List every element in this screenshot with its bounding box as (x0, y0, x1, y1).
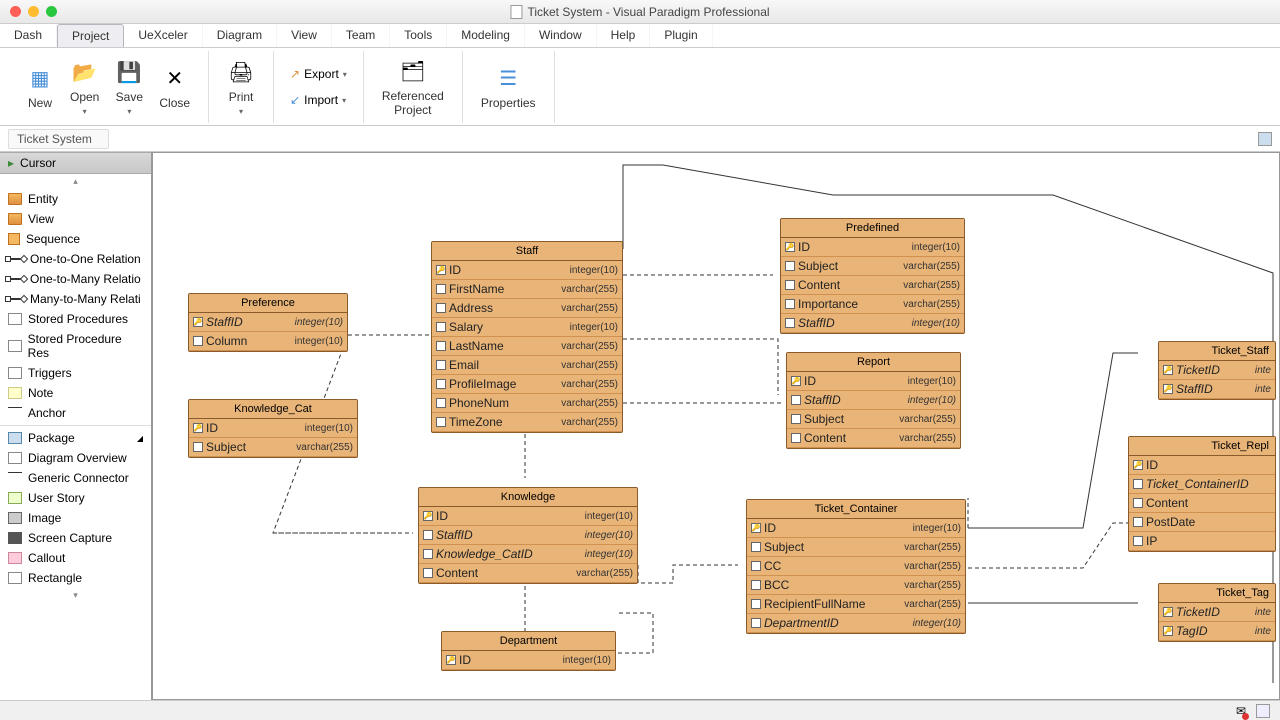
entity-title: Predefined (781, 219, 964, 238)
menu-uexceler[interactable]: UeXceler (124, 24, 202, 47)
entity-title: Staff (432, 242, 622, 261)
export-button[interactable]: ↗Export▾ (284, 64, 353, 84)
workspace: ▸Cursor ▴ Entity View Sequence One-to-On… (0, 152, 1280, 700)
breadcrumb-bar: Ticket System (0, 126, 1280, 152)
entity-title: Ticket_Container (747, 500, 965, 519)
save-button[interactable]: 💾Save▾ (107, 57, 151, 118)
menu-modeling[interactable]: Modeling (447, 24, 525, 47)
entity-predefined[interactable]: Predefined 🔑IDinteger(10) Subjectvarchar… (780, 218, 965, 334)
palette-many-to-many[interactable]: Many-to-Many Relati (0, 289, 151, 309)
new-button[interactable]: ▦New (18, 63, 62, 112)
palette-cursor[interactable]: ▸Cursor (0, 152, 151, 174)
diagram-canvas[interactable]: Preference 🔑StaffIDinteger(10) Columnint… (152, 152, 1280, 700)
document-icon (510, 5, 522, 19)
menu-tools[interactable]: Tools (390, 24, 447, 47)
menu-view[interactable]: View (277, 24, 332, 47)
entity-title: Ticket_Tag (1159, 584, 1275, 603)
entity-knowledge-cat[interactable]: Knowledge_Cat 🔑IDinteger(10) Subjectvarc… (188, 399, 358, 458)
palette-package[interactable]: Package◢ (0, 428, 151, 448)
palette-expand-icon[interactable]: ▾ (0, 588, 151, 603)
palette-screen-capture[interactable]: Screen Capture (0, 528, 151, 548)
palette-image[interactable]: Image (0, 508, 151, 528)
entity-ticket-tag[interactable]: Ticket_Tag 🔑TicketIDinte 🔑TagIDinte (1158, 583, 1276, 642)
mail-icon[interactable]: ✉ (1236, 704, 1246, 718)
palette-triggers[interactable]: Triggers (0, 363, 151, 383)
palette-entity[interactable]: Entity (0, 189, 151, 209)
entity-preference[interactable]: Preference 🔑StaffIDinteger(10) Columnint… (188, 293, 348, 352)
palette-generic-connector[interactable]: Generic Connector (0, 468, 151, 488)
open-button[interactable]: 📂Open▾ (62, 57, 107, 118)
entity-ticket-repl[interactable]: Ticket_Repl 🔑ID Ticket_ContainerID Conte… (1128, 436, 1276, 552)
menu-help[interactable]: Help (597, 24, 651, 47)
palette-stored-procedure-res[interactable]: Stored Procedure Res (0, 329, 151, 363)
referenced-project-button[interactable]: 🗂Referenced Project (374, 56, 452, 119)
entity-ticket-staff[interactable]: Ticket_Staff 🔑TicketIDinte 🔑StaffIDinte (1158, 341, 1276, 400)
palette-one-to-one[interactable]: One-to-One Relation (0, 249, 151, 269)
menu-project[interactable]: Project (57, 24, 124, 47)
palette-collapse-icon[interactable]: ▴ (0, 174, 151, 189)
close-window-icon[interactable] (10, 6, 21, 17)
palette-stored-procedures[interactable]: Stored Procedures (0, 309, 151, 329)
import-button[interactable]: ↙Import▾ (284, 90, 352, 110)
palette-note[interactable]: Note (0, 383, 151, 403)
statusbar: ✉ (0, 700, 1280, 720)
palette-rectangle[interactable]: Rectangle (0, 568, 151, 588)
entity-title: Ticket_Staff (1159, 342, 1275, 361)
menu-team[interactable]: Team (332, 24, 390, 47)
palette-callout[interactable]: Callout (0, 548, 151, 568)
tool-palette: ▸Cursor ▴ Entity View Sequence One-to-On… (0, 152, 152, 700)
menu-dash[interactable]: Dash (0, 24, 57, 47)
menu-plugin[interactable]: Plugin (650, 24, 712, 47)
entity-title: Knowledge (419, 488, 637, 507)
entity-report[interactable]: Report 🔑IDinteger(10) StaffIDinteger(10)… (786, 352, 961, 449)
palette-anchor[interactable]: Anchor (0, 403, 151, 423)
window-title: Ticket System - Visual Paradigm Professi… (510, 5, 769, 19)
entity-ticket-container[interactable]: Ticket_Container 🔑IDinteger(10) Subjectv… (746, 499, 966, 634)
menubar: Dash Project UeXceler Diagram View Team … (0, 24, 1280, 48)
titlebar: Ticket System - Visual Paradigm Professi… (0, 0, 1280, 24)
window-controls (0, 6, 57, 17)
entity-staff[interactable]: Staff 🔑IDinteger(10) FirstNamevarchar(25… (431, 241, 623, 433)
entity-title: Report (787, 353, 960, 372)
entity-title: Preference (189, 294, 347, 313)
entity-title: Ticket_Repl (1129, 437, 1275, 456)
maximize-window-icon[interactable] (46, 6, 57, 17)
entity-title: Department (442, 632, 615, 651)
palette-user-story[interactable]: User Story (0, 488, 151, 508)
minimize-window-icon[interactable] (28, 6, 39, 17)
properties-button[interactable]: ☰Properties (473, 63, 544, 112)
note-icon[interactable] (1256, 704, 1270, 718)
menu-diagram[interactable]: Diagram (203, 24, 277, 47)
close-button[interactable]: ✕Close (151, 63, 198, 112)
entity-knowledge[interactable]: Knowledge 🔑IDinteger(10) StaffIDinteger(… (418, 487, 638, 584)
entity-department[interactable]: Department 🔑IDinteger(10) (441, 631, 616, 671)
palette-sequence[interactable]: Sequence (0, 229, 151, 249)
print-button[interactable]: 🖨Print▾ (219, 57, 263, 118)
palette-view[interactable]: View (0, 209, 151, 229)
entity-title: Knowledge_Cat (189, 400, 357, 419)
breadcrumb-expand-icon[interactable] (1258, 132, 1272, 146)
ribbon: ▦New 📂Open▾ 💾Save▾ ✕Close 🖨Print▾ ↗Expor… (0, 48, 1280, 126)
palette-one-to-many[interactable]: One-to-Many Relatio (0, 269, 151, 289)
breadcrumb-item[interactable]: Ticket System (8, 129, 109, 149)
menu-window[interactable]: Window (525, 24, 597, 47)
palette-diagram-overview[interactable]: Diagram Overview (0, 448, 151, 468)
